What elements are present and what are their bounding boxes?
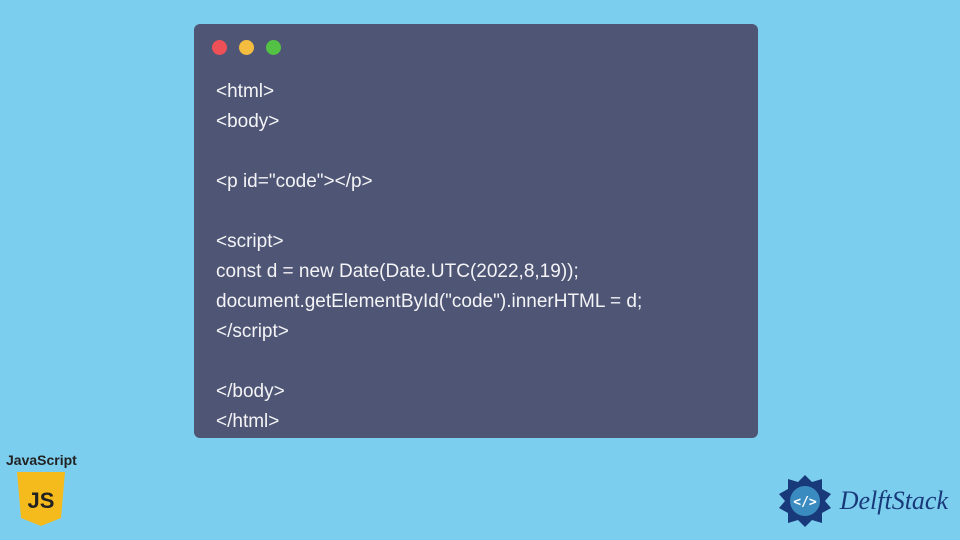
svg-text:JS: JS	[28, 488, 55, 513]
window-controls	[194, 24, 758, 55]
delftstack-gear-icon: </>	[776, 472, 834, 530]
delftstack-logo: </> DelftStack	[776, 472, 948, 530]
javascript-shield-icon: JS	[15, 470, 67, 528]
maximize-icon	[266, 40, 281, 55]
code-window: <html> <body> <p id="code"></p> <script>…	[194, 24, 758, 438]
javascript-label: JavaScript	[6, 452, 77, 468]
javascript-badge: JavaScript JS	[6, 452, 77, 528]
delftstack-text: DelftStack	[840, 486, 948, 516]
code-block: <html> <body> <p id="code"></p> <script>…	[194, 55, 758, 459]
minimize-icon	[239, 40, 254, 55]
svg-text:</>: </>	[793, 495, 817, 510]
close-icon	[212, 40, 227, 55]
